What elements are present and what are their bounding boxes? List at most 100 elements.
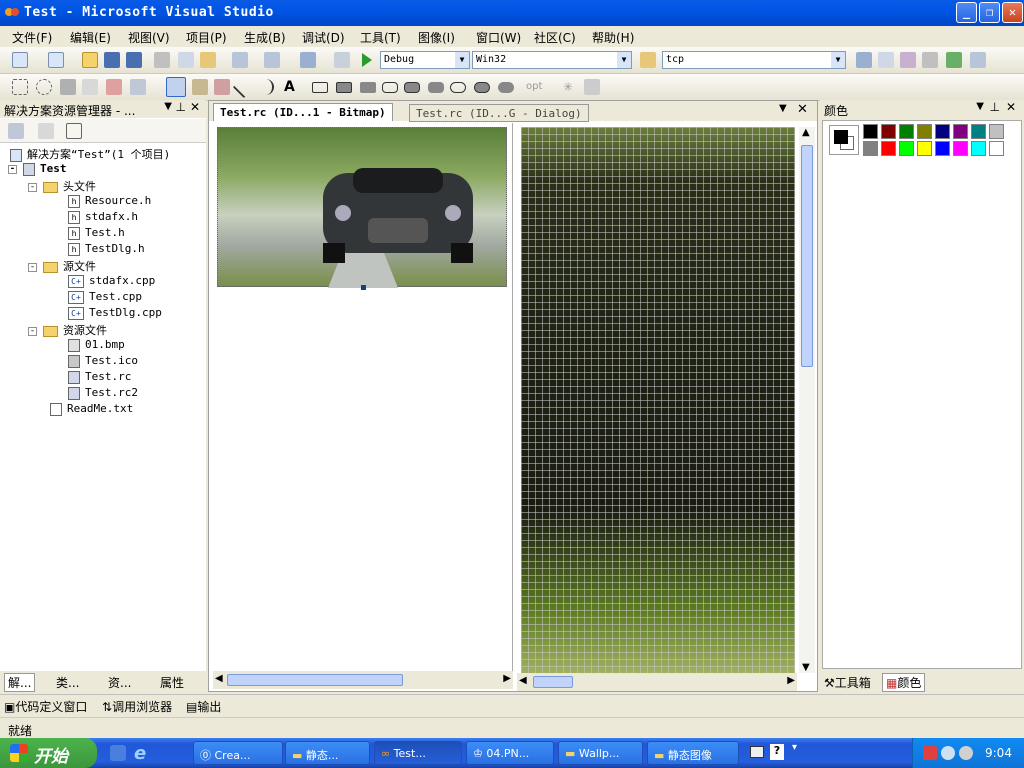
color-swatch[interactable] (881, 141, 896, 156)
tree-file[interactable]: Test.rc (68, 370, 131, 384)
dropdown-icon[interactable]: ▼ (779, 103, 787, 114)
taskbar-item[interactable]: ▬ Wallp... (558, 741, 643, 765)
collapse-icon[interactable]: - (28, 326, 37, 336)
arrow-left-icon[interactable]: ◀ (519, 675, 527, 686)
toolbox-icon[interactable] (922, 52, 938, 68)
text-icon[interactable]: A (284, 79, 300, 95)
tab-output[interactable]: ▤输出 (186, 698, 221, 715)
properties-icon[interactable] (878, 52, 894, 68)
tree-file[interactable]: C+ TestDlg.cpp (68, 306, 162, 320)
menu-file[interactable]: 文件(F) (12, 29, 52, 46)
save-all-icon[interactable] (126, 52, 142, 68)
preview-hscrollbar[interactable]: ◀ ▶ (213, 671, 513, 689)
color-picker-icon[interactable] (60, 79, 76, 95)
restore-button[interactable]: ❐ (979, 2, 1000, 23)
paste-icon[interactable] (200, 52, 216, 68)
tab-toolbox[interactable]: ⚒工具箱 (824, 674, 871, 691)
tree-file[interactable]: 01.bmp (68, 338, 125, 352)
color-swatch[interactable] (935, 124, 950, 139)
filled-round-rect-icon[interactable] (428, 82, 444, 93)
taskbar-item[interactable]: ▬ 静态图像 (647, 741, 739, 765)
start-debug-icon[interactable] (362, 53, 372, 67)
filled-round-rect-outline-icon[interactable] (404, 82, 420, 93)
new-project-icon[interactable] (12, 52, 28, 68)
taskbar-item[interactable]: ▬ 静态... (285, 741, 370, 765)
ellipse-icon[interactable] (450, 82, 466, 93)
color-swatch[interactable] (989, 124, 1004, 139)
curve-icon[interactable] (258, 79, 274, 95)
start-page-nav-icon[interactable] (946, 52, 962, 68)
tree-file[interactable]: h Resource.h (68, 194, 151, 208)
tab-dialog[interactable]: Test.rc (ID...G - Dialog) (409, 104, 589, 122)
close-document-icon[interactable]: ✕ (797, 102, 808, 117)
solution-explorer-icon[interactable] (856, 52, 872, 68)
color-swatch[interactable] (863, 124, 878, 139)
canvas-vscrollbar[interactable]: ▲ ▼ (799, 127, 815, 673)
color-swatch[interactable] (971, 141, 986, 156)
pin-icon[interactable]: ⊥ (176, 100, 186, 114)
collapse-icon[interactable]: - (8, 164, 17, 174)
tree-file[interactable]: h stdafx.h (68, 210, 138, 224)
brush-icon[interactable] (192, 79, 208, 95)
arrow-right-icon[interactable]: ▶ (787, 675, 795, 686)
taskbar-item-active[interactable]: ∞ Test... (374, 741, 462, 765)
color-swatch[interactable] (899, 141, 914, 156)
undo-icon[interactable] (232, 52, 248, 68)
open-file-icon[interactable] (82, 52, 98, 68)
color-swatch[interactable] (953, 124, 968, 139)
tree-folder-headers[interactable]: - 头文件 (28, 178, 96, 194)
zoomed-bitmap-canvas[interactable] (521, 127, 795, 673)
object-browser-icon[interactable] (900, 52, 916, 68)
menu-edit[interactable]: 编辑(E) (70, 29, 111, 46)
dropdown-icon[interactable]: ▼ (976, 101, 984, 112)
menu-debug[interactable]: 调试(D) (302, 29, 345, 46)
scroll-thumb[interactable] (227, 674, 403, 686)
tree-file[interactable]: C+ Test.cpp (68, 290, 142, 304)
filled-ellipse-outline-icon[interactable] (474, 82, 490, 93)
find-in-files-icon[interactable] (640, 52, 656, 68)
tree-project[interactable]: - Test (8, 162, 67, 176)
platform-select[interactable]: Win32 ▼ (472, 51, 632, 69)
color-swatch[interactable] (953, 141, 968, 156)
menu-help[interactable]: 帮助(H) (592, 29, 634, 46)
help-question-icon[interactable]: ? (770, 744, 784, 760)
network-icon[interactable] (923, 746, 937, 760)
close-button[interactable]: ✕ (1002, 2, 1023, 23)
menu-view[interactable]: 视图(V) (128, 29, 170, 46)
resize-handle[interactable] (361, 285, 366, 290)
fg-bg-color-indicator[interactable] (829, 125, 859, 155)
rect-select-icon[interactable] (12, 79, 28, 95)
messenger-icon[interactable] (941, 746, 955, 760)
tree-solution[interactable]: 解决方案“Test”(1 个项目) (10, 146, 170, 162)
tab-bitmap[interactable]: Test.rc (ID...1 - Bitmap) (213, 103, 393, 121)
airbrush-icon[interactable] (214, 79, 230, 95)
color-swatch[interactable] (863, 141, 878, 156)
minimize-button[interactable]: _ (956, 2, 977, 23)
menu-project[interactable]: 项目(P) (186, 29, 227, 46)
arrow-up-icon[interactable]: ▲ (802, 127, 810, 138)
tree-folder-sources[interactable]: - 源文件 (28, 258, 96, 274)
tree-file[interactable]: Test.ico (68, 354, 138, 368)
menu-image[interactable]: 图像(I) (418, 29, 455, 46)
view-code-icon[interactable] (66, 123, 82, 139)
arrow-right-icon[interactable]: ▶ (503, 673, 511, 684)
close-panel-icon[interactable]: ✕ (1006, 100, 1016, 114)
dropdown-icon[interactable]: ▼ (164, 101, 172, 112)
color-swatch[interactable] (971, 124, 986, 139)
tab-colors[interactable]: ▦颜色 (882, 673, 926, 692)
tab-call-browser[interactable]: ⇅调用浏览器 (102, 698, 172, 715)
fill-icon[interactable] (106, 79, 122, 95)
command-window-icon[interactable] (970, 52, 986, 68)
start-button[interactable]: 开始 (0, 738, 97, 768)
magnify-icon[interactable] (130, 79, 146, 95)
color-swatch[interactable] (917, 124, 932, 139)
tree-file[interactable]: h Test.h (68, 226, 125, 240)
navigate-icon[interactable] (300, 52, 316, 68)
eraser-icon[interactable] (82, 79, 98, 95)
tab-code-definition[interactable]: ▣代码定义窗口 (4, 698, 87, 715)
menu-tools[interactable]: 工具(T) (360, 29, 401, 46)
arrow-left-icon[interactable]: ◀ (215, 673, 223, 684)
collapse-icon[interactable]: - (28, 182, 37, 192)
taskbar-item[interactable]: ♔ 04.PN... (466, 741, 554, 765)
cut-icon[interactable] (154, 52, 170, 68)
